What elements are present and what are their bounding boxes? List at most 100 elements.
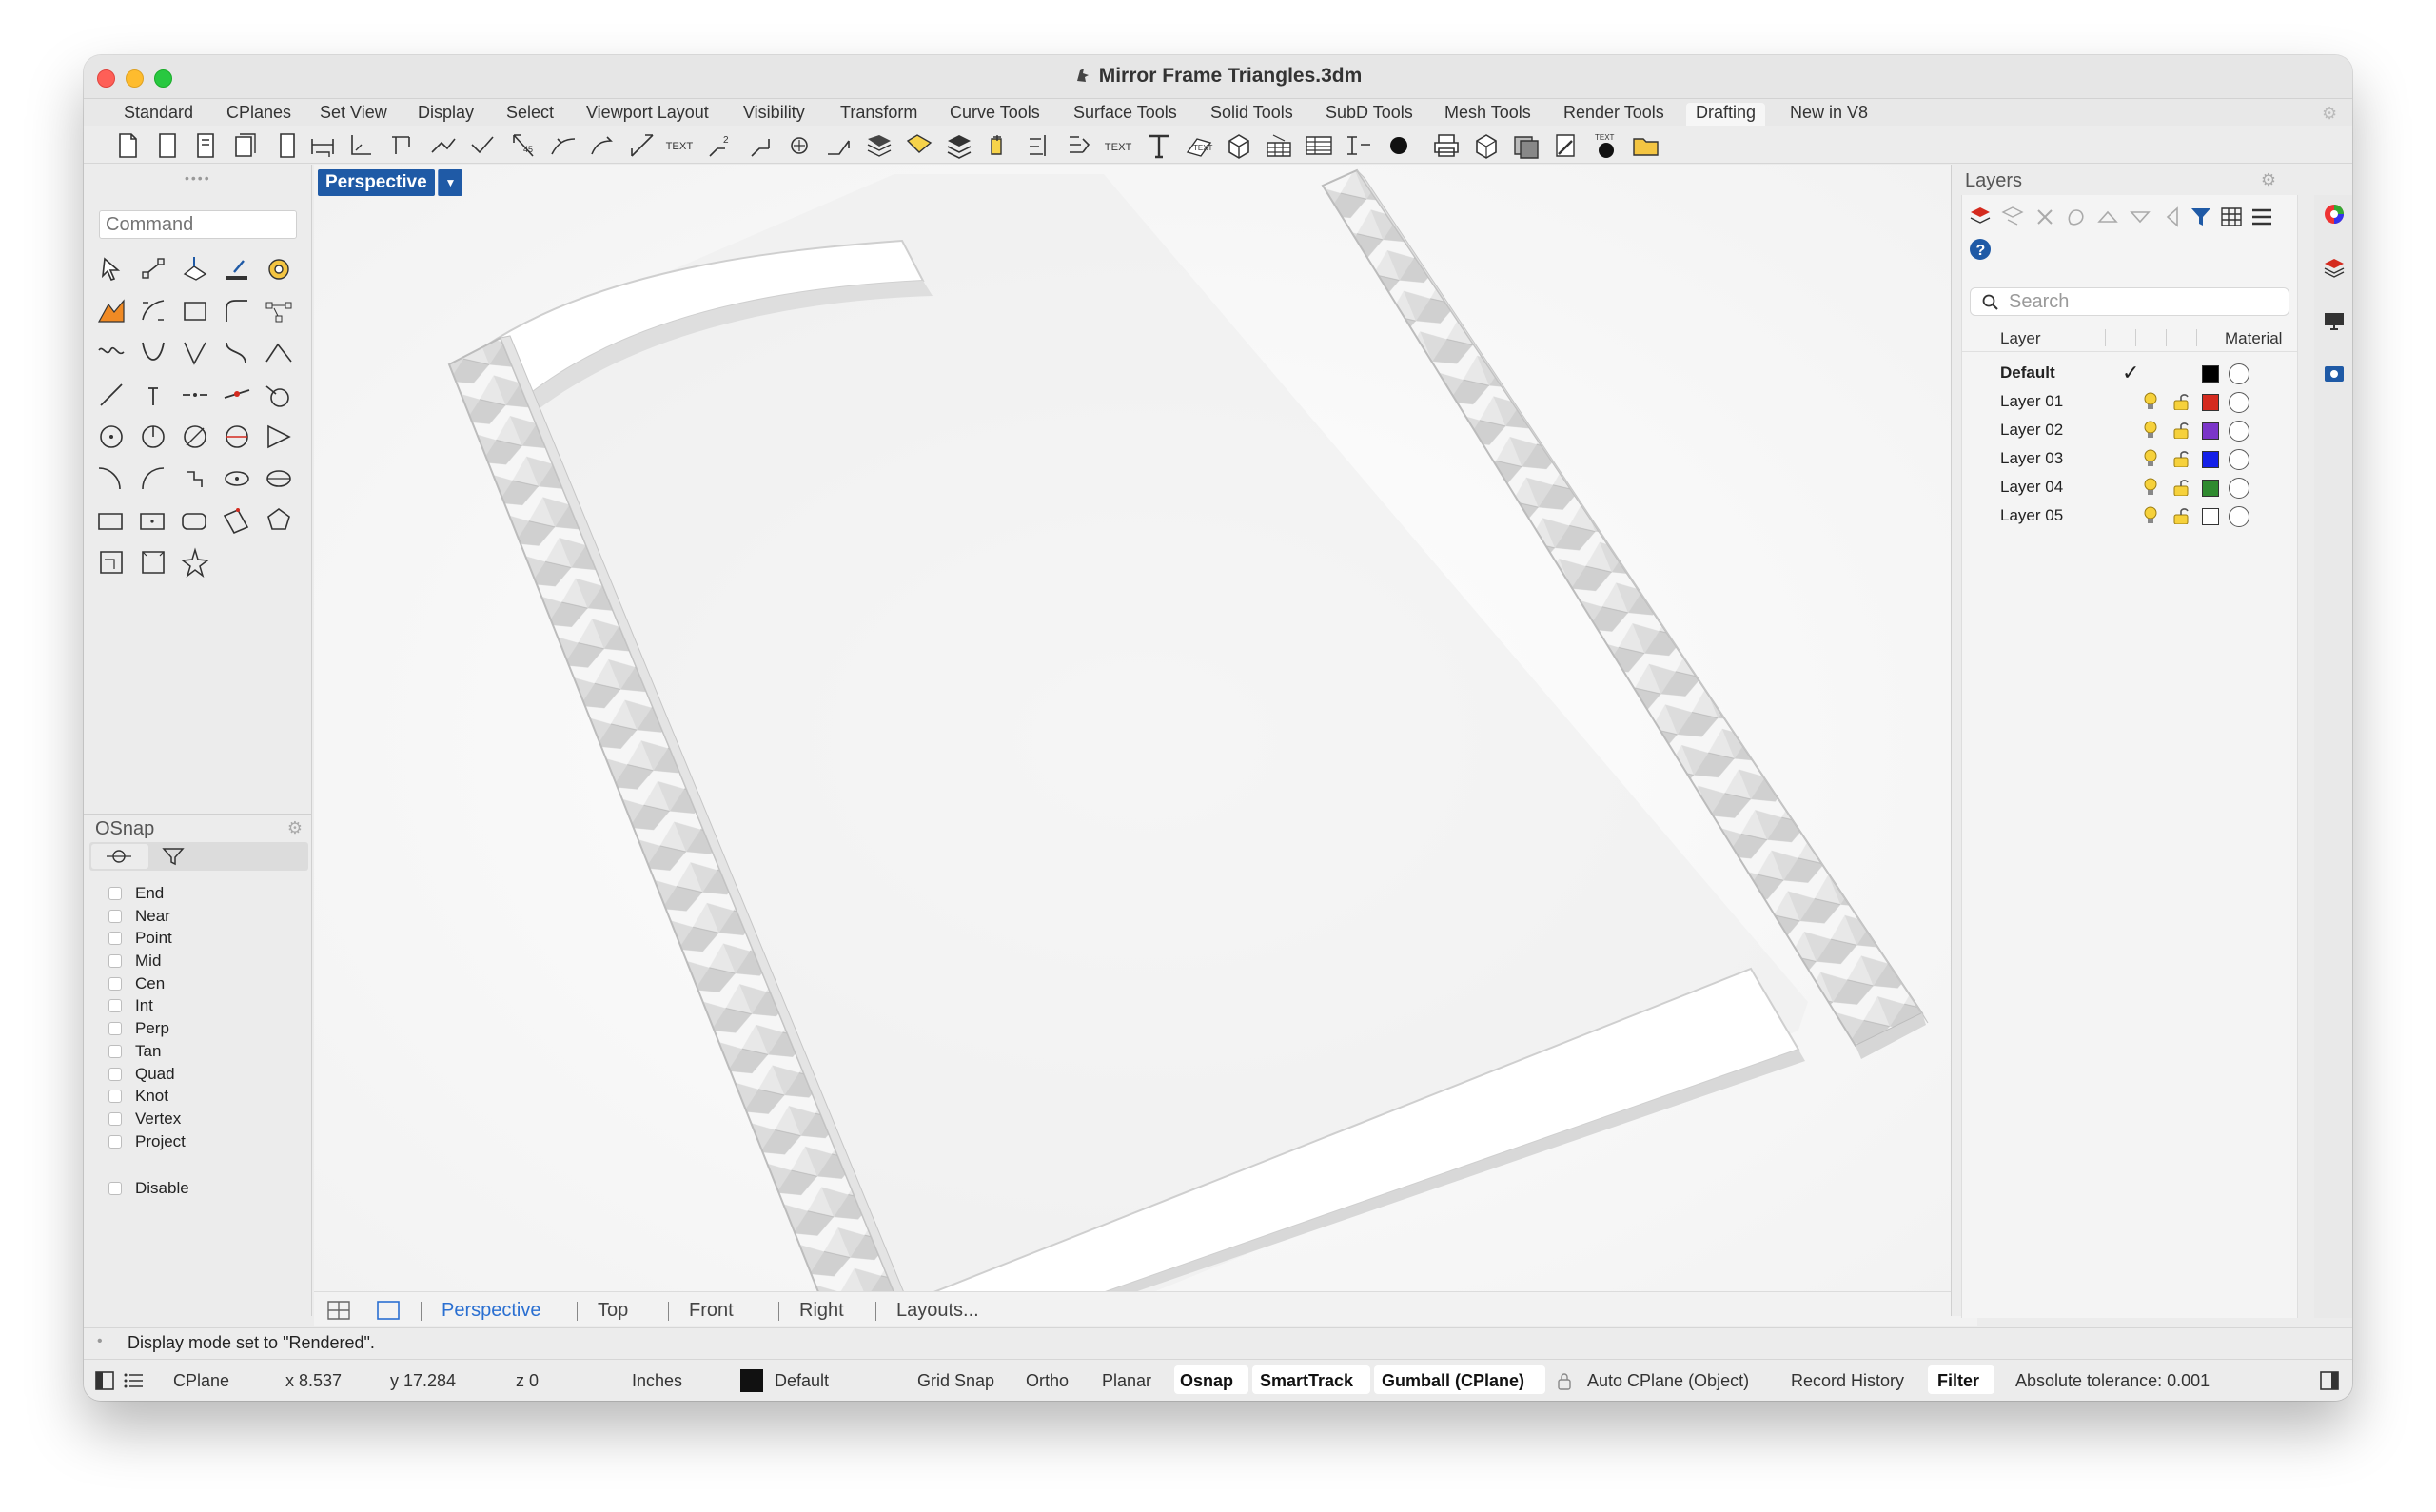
tab-render-tools[interactable]: Render Tools — [1563, 103, 1664, 123]
layer-filter-icon[interactable] — [2189, 205, 2213, 229]
dimension-diameter-icon[interactable]: 45 — [508, 131, 539, 160]
tab-select[interactable]: Select — [506, 103, 554, 123]
gear-settings-icon[interactable] — [263, 253, 295, 285]
point-cloud-icon[interactable] — [137, 253, 169, 285]
osnap-quad[interactable]: Quad — [108, 1063, 189, 1086]
text-style-icon[interactable] — [1144, 131, 1174, 160]
dimension-horizontal-icon[interactable] — [308, 131, 339, 160]
tab-transform[interactable]: Transform — [840, 103, 917, 123]
layer-menu-icon[interactable] — [2249, 205, 2274, 229]
clipping-plane-icon[interactable] — [1024, 131, 1054, 160]
circle-3pt-icon[interactable] — [179, 421, 211, 453]
tab-mesh-tools[interactable]: Mesh Tools — [1444, 103, 1531, 123]
layout-page-icon[interactable] — [152, 131, 183, 160]
rectangle-3pt-icon[interactable] — [221, 504, 253, 537]
osnap-perp[interactable]: Perp — [108, 1017, 189, 1040]
tab-new-in-v8[interactable]: New in V8 — [1790, 103, 1868, 123]
circle-diameter-icon[interactable] — [137, 421, 169, 453]
hatch-leader-icon[interactable] — [746, 131, 776, 160]
layer-table-icon[interactable] — [2219, 205, 2244, 229]
lightbulb-on-icon[interactable] — [2143, 392, 2158, 411]
four-viewports-icon[interactable] — [327, 1301, 350, 1320]
block-icon[interactable] — [1224, 131, 1254, 160]
cplane-label[interactable]: CPlane — [173, 1371, 229, 1391]
osnap-tan[interactable]: Tan — [108, 1040, 189, 1063]
tab-display[interactable]: Display — [418, 103, 474, 123]
unlock-icon[interactable] — [2173, 450, 2189, 467]
layer-row-04[interactable]: Layer 04 — [1962, 473, 2297, 501]
osnap-vertex[interactable]: Vertex — [108, 1108, 189, 1130]
osnap-end[interactable]: End — [108, 882, 189, 905]
filter-toggle[interactable]: Filter — [1937, 1371, 1979, 1391]
delete-layer-icon[interactable] — [2033, 205, 2057, 229]
control-points-icon[interactable] — [263, 295, 295, 327]
osnap-mid-checkbox[interactable] — [108, 954, 122, 969]
arc-icon[interactable] — [263, 421, 295, 453]
rectangle-icon[interactable] — [179, 295, 211, 327]
viewport-tab-layouts[interactable]: Layouts... — [896, 1300, 979, 1322]
move-parent-icon[interactable] — [2160, 205, 2185, 229]
layer-material-icon[interactable] — [2229, 392, 2249, 413]
osnap-project-checkbox[interactable] — [108, 1134, 122, 1149]
right-panel-toggle-icon[interactable] — [2320, 1371, 2339, 1390]
section-icon[interactable] — [824, 131, 855, 160]
layer-row-01[interactable]: Layer 01 — [1962, 387, 2297, 416]
sketch-curve-icon[interactable] — [95, 337, 128, 369]
text-object-icon[interactable]: TEXT — [1184, 131, 1214, 160]
circle-center-icon[interactable] — [95, 421, 128, 453]
col-material[interactable]: Material — [2225, 329, 2282, 348]
col-layer[interactable]: Layer — [2000, 329, 2041, 348]
osnap-cen[interactable]: Cen — [108, 972, 189, 995]
layer-material-icon[interactable] — [2229, 421, 2249, 442]
auto-cplane-toggle[interactable]: Auto CPlane (Object) — [1587, 1371, 1749, 1391]
osnap-tan-checkbox[interactable] — [108, 1044, 122, 1058]
layer-row-default[interactable]: Default ✓ — [1962, 359, 2297, 387]
osnap-gear-icon[interactable]: ⚙ — [287, 818, 303, 838]
ellipse-diameter-icon[interactable] — [263, 462, 295, 495]
tab-standard[interactable]: Standard — [124, 103, 193, 123]
circle-tangent-icon[interactable] — [263, 379, 295, 411]
move-down-icon[interactable] — [2128, 205, 2152, 229]
osnap-project[interactable]: Project — [108, 1130, 189, 1153]
polycurve-icon[interactable] — [179, 462, 211, 495]
detail-table-icon[interactable] — [1264, 131, 1294, 160]
osnap-toggle[interactable]: Osnap — [1180, 1371, 1233, 1391]
control-point-curve-icon[interactable] — [179, 337, 211, 369]
tab-visibility[interactable]: Visibility — [743, 103, 805, 123]
viewport-tab-perspective[interactable]: Perspective — [442, 1300, 541, 1322]
osnap-filter-icon[interactable] — [162, 847, 185, 866]
unlock-icon[interactable] — [2173, 393, 2189, 410]
curve-blend-icon[interactable] — [221, 337, 253, 369]
osnap-int-checkbox[interactable] — [108, 999, 122, 1013]
polygon-icon[interactable] — [263, 504, 295, 537]
polyline-icon[interactable] — [137, 295, 169, 327]
smarttrack-toggle[interactable]: SmartTrack — [1260, 1371, 1353, 1391]
open-folder-icon[interactable] — [1631, 131, 1661, 160]
osnap-tab-snaps[interactable] — [91, 844, 148, 869]
ellipse-icon[interactable] — [221, 421, 253, 453]
layer-state-icon[interactable] — [1511, 131, 1542, 160]
viewport-tab-right[interactable]: Right — [799, 1300, 844, 1322]
dimension-rotated-icon[interactable] — [388, 131, 419, 160]
select-arrow-icon[interactable] — [95, 253, 128, 285]
dimension-aligned-icon[interactable] — [346, 131, 377, 160]
dimension-radius-icon[interactable] — [468, 131, 499, 160]
grid-snap-toggle[interactable]: Grid Snap — [917, 1371, 994, 1391]
line-icon[interactable] — [95, 379, 128, 411]
fillet-curve-icon[interactable] — [221, 295, 253, 327]
dimension-angle-icon[interactable] — [548, 131, 579, 160]
cplane-tool-icon[interactable] — [179, 253, 211, 285]
layer-color-swatch[interactable] — [2202, 365, 2219, 383]
bounding-box-icon[interactable] — [95, 546, 128, 579]
units-label[interactable]: Inches — [632, 1371, 682, 1391]
layer-color-swatch[interactable] — [2202, 508, 2219, 525]
layer-color-swatch[interactable] — [2202, 451, 2219, 468]
hatch-boundary-icon[interactable] — [904, 131, 934, 160]
leader-icon[interactable]: 2 — [706, 131, 737, 160]
layer-row-02[interactable]: Layer 02 — [1962, 416, 2297, 444]
tab-viewport-layout[interactable]: Viewport Layout — [586, 103, 709, 123]
dimension-arc-icon[interactable] — [588, 131, 619, 160]
layers-gear-icon[interactable]: ⚙ — [2261, 170, 2276, 190]
dimension-ordinate-icon[interactable] — [428, 131, 459, 160]
line-segment-icon[interactable] — [179, 379, 211, 411]
